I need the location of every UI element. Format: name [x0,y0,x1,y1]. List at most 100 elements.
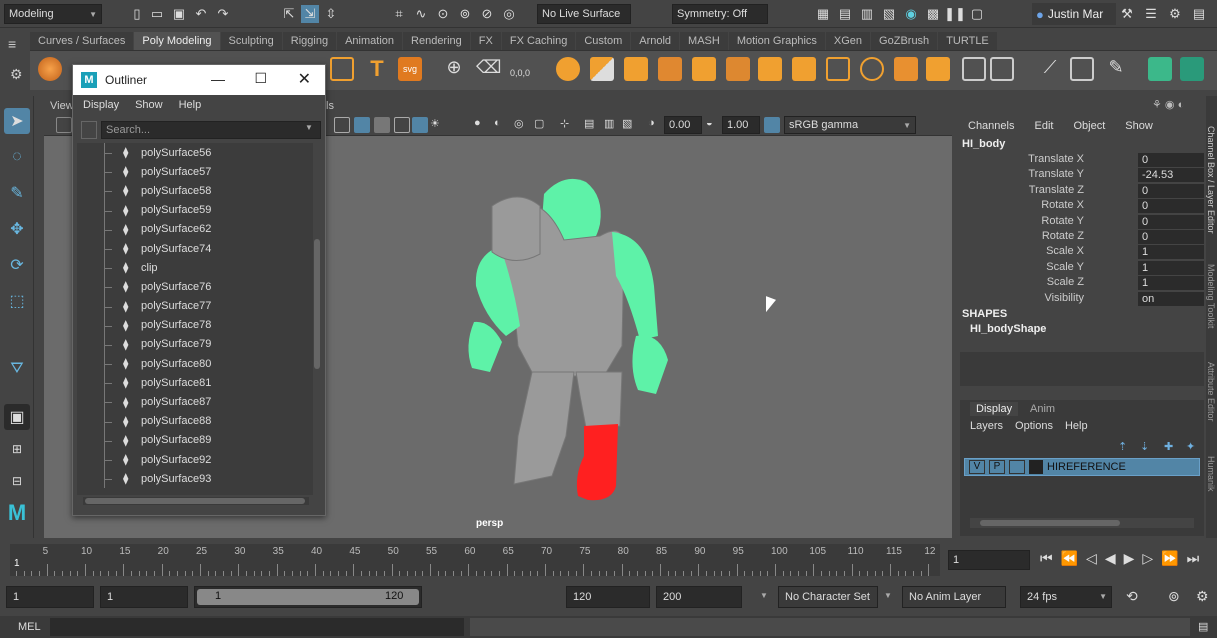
channel-name[interactable]: Scale Y [1046,261,1084,273]
symmetry-dropdown[interactable]: Symmetry: Off [672,4,768,24]
tab-turtle[interactable]: TURTLE [938,32,997,50]
cb-menu-edit[interactable]: Edit [1034,120,1053,132]
h-scrollbar-thumb[interactable] [85,498,305,504]
channel-value[interactable]: 1 [1138,260,1204,275]
layout-icon[interactable]: ⊟ [4,468,30,494]
layer-row-hireference[interactable]: V P HIREFERENCE [964,458,1200,476]
channel-name[interactable]: Visibility [1044,292,1084,304]
snap-live-icon[interactable]: ◎ [500,5,518,23]
maximize-icon[interactable]: ☐ [254,70,267,87]
auto-key-icon[interactable]: ⊚ [1168,588,1180,605]
xray-icon[interactable] [412,117,428,133]
current-time-marker[interactable]: 1 [14,558,20,569]
list-item[interactable]: ⧫ polySurface57 [77,162,313,182]
list-item[interactable]: ⧫ polySurface93 [77,469,313,489]
snap-view-icon[interactable]: ⊘ [478,5,496,23]
range-bar[interactable]: 1 120 [194,586,422,608]
step-forward-key-icon[interactable]: ⏩ [1161,550,1178,567]
redo-icon[interactable]: ↷ [214,5,232,23]
multi-cut-icon[interactable] [330,57,354,81]
channel-row[interactable]: Translate Y -24.53 [956,168,1206,183]
bridge-icon[interactable] [692,57,716,81]
channel-name[interactable]: Translate X [1028,153,1084,165]
channel-name[interactable]: Scale X [1046,245,1084,257]
save-scene-icon[interactable]: ▣ [170,5,188,23]
list-item[interactable]: ⧫ polySurface62 [77,219,313,239]
gamma-icon[interactable]: ◒ [706,117,713,129]
user-account[interactable]: ● Justin Mar [1032,3,1116,25]
playback-end-field[interactable]: 120 [566,586,650,608]
shelf-menu-icon[interactable]: ≡ [8,36,16,52]
channel-value[interactable]: -24.53 [1138,168,1204,183]
list-item[interactable]: ⧫ polySurface59 [77,200,313,220]
tab-mash[interactable]: MASH [680,32,728,50]
fps-dropdown[interactable]: 24 fps ▼ [1020,586,1112,608]
live-surface-field[interactable]: No Live Surface [537,4,631,24]
delete-history-icon[interactable]: ⌫ [476,57,501,81]
channel-value[interactable]: 1 [1138,276,1204,291]
tab-custom[interactable]: Custom [576,32,631,50]
scale-tool-icon[interactable]: ⬚ [4,288,30,314]
list-item[interactable]: ⧫ polySurface79 [77,334,313,355]
append-icon[interactable] [758,57,782,81]
layer-name[interactable]: HIREFERENCE [1047,461,1126,473]
mode-dropdown[interactable]: Modeling ▼ [4,4,102,24]
list-item[interactable]: ⧫ polySurface92 [77,450,313,470]
layer-visibility-toggle[interactable]: V [969,460,985,474]
safe-action-icon[interactable]: ▧ [622,117,632,130]
camera-icon[interactable] [56,117,72,133]
color-management-icon[interactable] [764,117,780,133]
crease-icon[interactable]: ⟋ [1038,57,1062,81]
channel-name[interactable]: Rotate Y [1041,215,1084,227]
tab-motion-graphics[interactable]: Motion Graphics [728,32,825,50]
side-tab-modeling-toolkit[interactable]: Modeling Toolkit [1206,264,1216,328]
animation-end-field[interactable]: 200 [656,586,742,608]
snap-point-icon[interactable]: ⊙ [434,5,452,23]
resolution-gate-icon[interactable]: ▤ [584,117,594,130]
select-hierarchy-icon[interactable]: ⇱ [280,5,298,23]
uv-editor-icon[interactable] [962,57,986,81]
tab-gozbrush[interactable]: GoZBrush [871,32,938,50]
show-manipulator-icon[interactable]: ⛛ [4,356,30,382]
channel-name[interactable]: Translate Z [1029,184,1084,196]
channel-value[interactable]: 0 [1138,153,1204,167]
render-frame-icon[interactable]: ▤ [836,5,854,23]
extrude-icon[interactable] [658,57,682,81]
layer-type-toggle[interactable] [1009,460,1025,474]
grid-icon[interactable]: ⊹ [560,117,569,130]
bevel-icon[interactable] [726,57,750,81]
poly-sphere-icon[interactable] [38,57,62,81]
outliner-menu-help[interactable]: Help [179,99,202,111]
vertical-scrollbar[interactable] [313,143,321,495]
step-forward-frame-icon[interactable]: ▷ [1142,550,1153,567]
paint-icon[interactable]: ✎ [1104,57,1128,81]
viewport-menu-view[interactable]: View [50,100,74,112]
select-tool-icon[interactable]: ➤ [4,108,30,134]
channel-row[interactable]: Scale X 1 [956,245,1206,260]
filter-icon[interactable] [81,121,97,139]
step-back-frame-icon[interactable]: ◁ [1086,550,1097,567]
list-item[interactable]: ⧫ polySurface80 [77,354,313,374]
preferences-icon[interactable]: ⚙ [1196,588,1209,605]
list-item[interactable]: ⧫ polySurface89 [77,430,313,450]
mirror-icon[interactable] [926,57,950,81]
outliner-window[interactable]: M Outliner — ☐ ✕ Display Show Help Searc… [72,64,326,516]
ambient-occlusion-icon[interactable]: ◐ [494,117,501,129]
fill-hole-icon[interactable] [792,57,816,81]
move-tool-icon[interactable]: ✥ [4,216,30,242]
isolate-icon[interactable]: ▢ [534,117,544,130]
combine-icon[interactable] [556,57,580,81]
channel-value[interactable]: 0 [1138,230,1204,244]
center-pivot-icon[interactable]: 0,0,0 [508,57,532,81]
channel-row[interactable]: Translate X 0 [956,153,1206,168]
move-layer-up-icon[interactable]: ⇡ [1118,440,1127,453]
layer-h-scrollbar[interactable] [970,518,1194,528]
antialias-icon[interactable]: ◎ [514,117,524,130]
separate-icon[interactable] [590,57,614,81]
tab-animation[interactable]: Animation [337,32,403,50]
channel-row[interactable]: Rotate Y 0 [956,214,1206,230]
animation-start-field[interactable]: 1 [6,586,94,608]
current-frame-field[interactable]: 1 [948,550,1030,570]
list-item[interactable]: ⧫ polySurface87 [77,392,313,412]
tab-xgen[interactable]: XGen [825,32,871,50]
